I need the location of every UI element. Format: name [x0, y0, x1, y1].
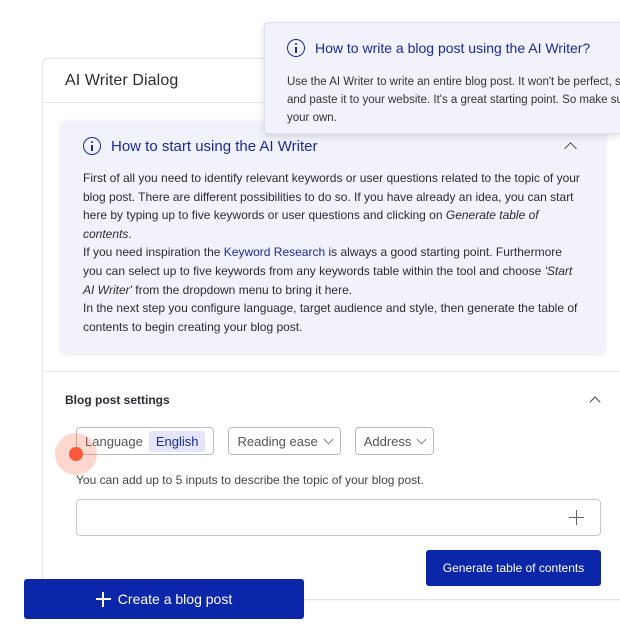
reading-ease-label: Reading ease	[237, 433, 318, 449]
chevron-up-icon[interactable]	[589, 396, 601, 408]
add-input-plus-icon[interactable]	[569, 510, 584, 525]
info-paragraph-1: First of all you need to identify releva…	[83, 169, 583, 243]
info-text-segment: If you need inspiration the	[83, 245, 224, 260]
tooltip-line: your own.	[287, 112, 337, 124]
blog-post-settings-header[interactable]: Blog post settings	[65, 393, 601, 408]
info-icon	[83, 137, 101, 155]
tooltip-title: How to write a blog post using the AI Wr…	[315, 40, 591, 56]
reading-ease-dropdown[interactable]: Reading ease	[228, 427, 341, 455]
settings-selectors: Language English Reading ease Address	[76, 427, 435, 455]
info-paragraph-3: In the next step you configure language,…	[83, 301, 578, 334]
info-text-segment: .	[128, 226, 132, 241]
language-value: English	[148, 430, 206, 452]
chevron-down-icon	[323, 434, 334, 444]
info-box-title: How to start using the AI Writer	[111, 137, 318, 155]
info-icon	[287, 39, 305, 57]
dialog-title: AI Writer Dialog	[65, 71, 179, 89]
blog-post-settings-title: Blog post settings	[65, 393, 170, 407]
generate-table-of-contents-button[interactable]: Generate table of contents	[426, 550, 601, 586]
chevron-up-icon[interactable]	[564, 141, 577, 155]
info-paragraph-2: If you need inspiration the Keyword Rese…	[83, 243, 583, 299]
tooltip-line: and paste it to your website. It's a gre…	[287, 94, 620, 106]
keyword-research-link[interactable]: Keyword Research	[224, 245, 325, 259]
ai-writer-dialog: AI Writer Dialog How to start using the …	[42, 58, 620, 600]
topic-hint-text: You can add up to 5 inputs to describe t…	[76, 473, 424, 487]
create-blog-post-button[interactable]: Create a blog post	[24, 579, 304, 619]
info-text-segment: from the dropdown menu to bring it here.	[131, 282, 353, 297]
address-dropdown[interactable]: Address	[354, 427, 435, 455]
info-box-text: First of all you need to identify releva…	[83, 169, 583, 336]
cursor-pointer	[69, 447, 83, 461]
create-blog-post-label: Create a blog post	[117, 591, 233, 607]
chevron-down-icon	[416, 434, 427, 444]
info-box-header[interactable]: How to start using the AI Writer	[83, 135, 583, 157]
tooltip-line: Use the AI Writer to write an entire blo…	[287, 76, 620, 88]
how-to-write-tooltip: How to write a blog post using the AI Wr…	[264, 22, 620, 134]
settings-divider	[43, 371, 620, 372]
how-to-start-info-box: How to start using the AI Writer First o…	[61, 121, 605, 353]
topic-input[interactable]	[76, 499, 601, 536]
address-label: Address	[363, 433, 412, 449]
plus-icon	[95, 591, 111, 607]
tooltip-text: Use the AI Writer to write an entire blo…	[287, 73, 620, 127]
tooltip-header: How to write a blog post using the AI Wr…	[287, 37, 620, 59]
